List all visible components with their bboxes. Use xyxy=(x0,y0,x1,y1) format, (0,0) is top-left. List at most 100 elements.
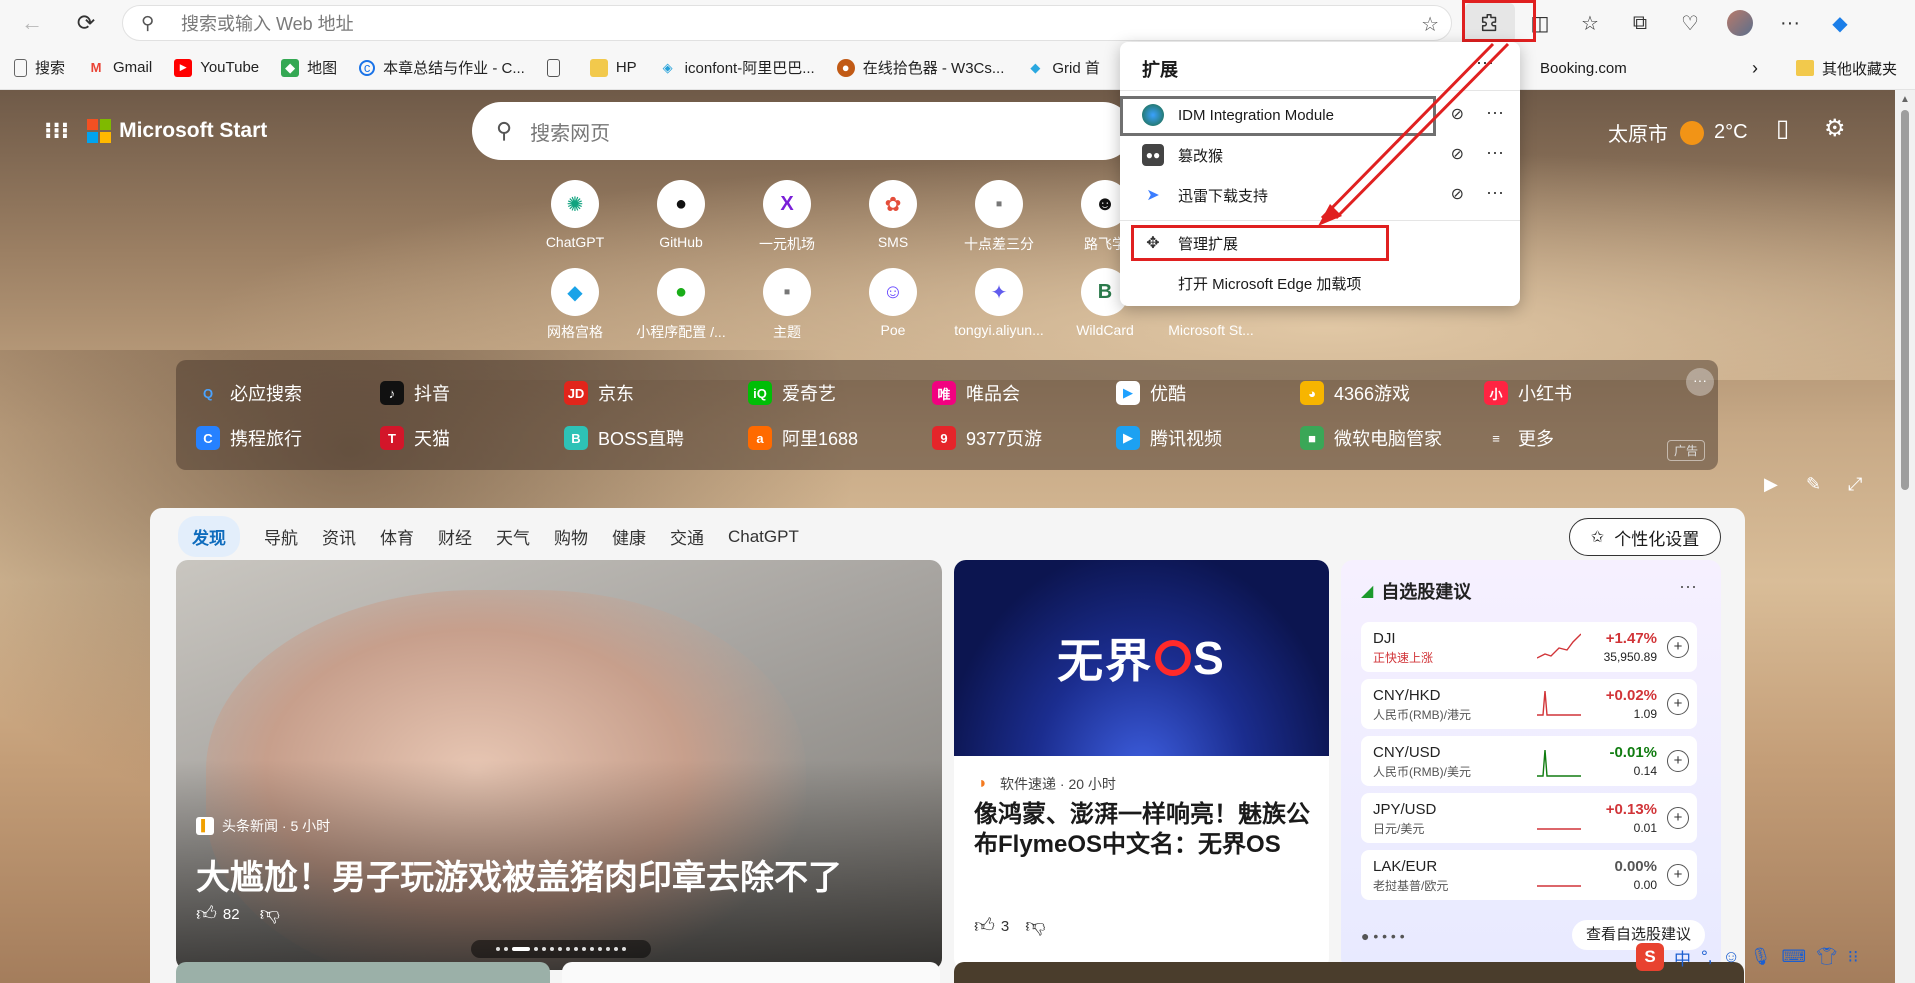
shortcut-tile[interactable]: ☺ Poe xyxy=(848,268,938,338)
add-stock-icon[interactable]: + xyxy=(1667,693,1689,715)
stock-row[interactable]: CNY/USD 人民币(RMB)/美元 -0.01% 0.14 + xyxy=(1361,736,1697,786)
scroll-up-icon[interactable]: ▲ xyxy=(1900,94,1910,105)
quick-link[interactable]: ■ 微软电脑管家 xyxy=(1300,425,1442,451)
fav-item-gmail[interactable]: M Gmail xyxy=(87,59,153,77)
more-options-icon[interactable]: ··· xyxy=(1486,102,1504,123)
fav-item-search[interactable]: 搜索 xyxy=(14,57,65,78)
shortcut-tile[interactable]: ● GitHub xyxy=(636,180,726,250)
quick-link[interactable]: 9 9377页游 xyxy=(932,425,1042,451)
fav-item-page[interactable] xyxy=(546,58,568,77)
skin-icon[interactable]: 👕︎ xyxy=(1816,947,1838,967)
punctuation-icon[interactable]: °, xyxy=(1701,947,1713,967)
dislike-icon[interactable]: 👎︎ xyxy=(1025,914,1045,938)
stock-row[interactable]: CNY/HKD 人民币(RMB)/港元 +0.02% 1.09 + xyxy=(1361,679,1697,729)
quick-link[interactable]: C 携程旅行 xyxy=(196,425,302,451)
shortcut-tile[interactable]: ✿ SMS xyxy=(848,180,938,250)
quick-link[interactable]: ◕ 4366游戏 xyxy=(1300,380,1410,406)
news-card-flyme[interactable]: 无界 S ◗ 软件速递 · 20 小时 像鸿蒙、澎湃一样响亮！魅族公布FlymeO… xyxy=(954,560,1329,970)
add-stock-icon[interactable]: + xyxy=(1667,750,1689,772)
feed-tab[interactable]: 资讯 xyxy=(322,516,356,557)
quick-link[interactable]: a 阿里1688 xyxy=(748,425,858,451)
expand-icon[interactable]: ⤢ xyxy=(1848,474,1862,495)
favorites-icon[interactable]: ☆ xyxy=(1565,3,1615,43)
quick-link[interactable]: ♪ 抖音 xyxy=(380,380,450,406)
fav-item-colorpicker[interactable]: ● 在线拾色器 - W3Cs... xyxy=(836,57,1004,78)
feed-tab[interactable]: 体育 xyxy=(380,516,414,557)
page-scrollbar[interactable]: ▲ xyxy=(1895,90,1915,983)
more-options-icon[interactable]: ··· xyxy=(1486,182,1504,203)
feed-tab[interactable]: ChatGPT xyxy=(728,519,799,555)
quick-link[interactable]: iQ 爱奇艺 xyxy=(748,380,836,406)
play-icon[interactable]: ▶ xyxy=(1764,474,1778,495)
stock-pager[interactable]: ● • • • • xyxy=(1361,928,1405,944)
feed-tab[interactable]: 财经 xyxy=(438,516,472,557)
hidden-eye-icon[interactable]: ⊘ xyxy=(1451,184,1464,204)
carousel-pager[interactable] xyxy=(471,940,651,958)
emoji-icon[interactable]: ☺ xyxy=(1723,947,1740,967)
quick-link[interactable]: ▶ 腾讯视频 xyxy=(1116,425,1222,451)
personalize-button[interactable]: ✩ 个性化设置 xyxy=(1569,518,1721,556)
more-options-icon[interactable]: ··· xyxy=(1486,142,1504,163)
fav-item-other-favorites[interactable]: 其他收藏夹 xyxy=(1796,46,1897,89)
collections-icon[interactable]: ⧉ xyxy=(1615,3,1665,43)
edit-background-icon[interactable]: ✎ xyxy=(1806,474,1821,495)
open-addons-item[interactable]: 打开 Microsoft Edge 加载项 xyxy=(1120,264,1520,302)
feed-tab[interactable]: 发现 xyxy=(178,516,240,557)
like-icon[interactable]: 👍︎ xyxy=(974,914,995,938)
shortcut-tile[interactable]: ● 小程序配置 /... xyxy=(636,268,726,342)
add-stock-icon[interactable]: + xyxy=(1667,636,1689,658)
hidden-eye-icon[interactable]: ⊘ xyxy=(1451,144,1464,164)
scrollbar-thumb[interactable] xyxy=(1901,110,1909,490)
fav-item-grid[interactable]: ◆ Grid 首 xyxy=(1026,57,1100,78)
fav-item-chapter[interactable]: c 本章总结与作业 - C... xyxy=(359,57,525,78)
microphone-icon[interactable]: 🎙︎ xyxy=(1750,947,1772,967)
fav-item-youtube[interactable]: ▶ YouTube xyxy=(174,58,259,77)
mobile-phone-icon[interactable]: ▯ xyxy=(1776,114,1789,143)
ime-language[interactable]: 中 xyxy=(1674,945,1691,970)
grid-menu-icon[interactable]: ⁝⁝ xyxy=(1848,947,1859,967)
quick-link[interactable]: T 天猫 xyxy=(380,425,450,451)
app-launcher-icon[interactable]: ⁝⁝⁝ xyxy=(44,118,69,144)
extension-item-thunder[interactable]: ➤ 迅雷下载支持 ⊘ ··· xyxy=(1120,176,1520,214)
feed-tab[interactable]: 健康 xyxy=(612,516,646,557)
profile-button[interactable] xyxy=(1715,3,1765,43)
quick-links-more-icon[interactable]: ··· xyxy=(1686,368,1714,396)
quick-link[interactable]: 唯唯品会 xyxy=(932,380,1020,406)
copilot-icon[interactable]: ◆ xyxy=(1815,3,1865,43)
fav-item-booking[interactable]: Booking.com xyxy=(1540,46,1627,89)
hidden-eye-icon[interactable]: ⊘ xyxy=(1451,104,1464,124)
stock-row[interactable]: LAK/EUR 老挝基普/欧元 0.00% 0.00 + xyxy=(1361,850,1697,900)
brand-title[interactable]: Microsoft Start xyxy=(119,119,267,143)
shortcut-tile[interactable]: ▪ 十点差三分 xyxy=(954,180,1044,254)
refresh-button[interactable]: ⟳ xyxy=(66,3,106,43)
sogou-s-icon[interactable]: S xyxy=(1636,943,1664,971)
extension-item-tampermonkey[interactable]: ●● 篡改猴 ⊘ ··· xyxy=(1120,136,1520,174)
feed-tab[interactable]: 购物 xyxy=(554,516,588,557)
quick-link[interactable]: B BOSS直聘 xyxy=(564,425,684,451)
quick-link[interactable]: 小小红书 xyxy=(1484,380,1572,406)
feed-tab[interactable]: 交通 xyxy=(670,516,704,557)
fav-item-iconfont[interactable]: ◈ iconfont-阿里巴巴... xyxy=(659,57,815,78)
address-bar[interactable]: ⚲ 搜索或输入 Web 地址 ☆ xyxy=(122,5,1452,41)
dislike-icon[interactable]: 👎︎ xyxy=(260,902,280,926)
shortcut-tile[interactable]: ◆ 网格宫格 xyxy=(530,268,620,342)
feed-tab[interactable]: 天气 xyxy=(496,516,530,557)
quick-link[interactable]: JD 京东 xyxy=(564,380,634,406)
favorites-overflow-chevron-icon[interactable]: › xyxy=(1752,46,1758,89)
web-search-input[interactable]: ⚲ 搜索网页 xyxy=(472,102,1132,160)
shortcut-tile[interactable]: ✦ tongyi.aliyun... xyxy=(954,268,1044,338)
shortcut-tile[interactable]: X 一元机场 xyxy=(742,180,832,254)
favorite-star-icon[interactable]: ☆ xyxy=(1421,12,1439,37)
shortcut-tile[interactable]: ▪ 主题 xyxy=(742,268,832,342)
more-options-icon[interactable]: ··· xyxy=(1476,52,1494,73)
browser-essentials-icon[interactable]: ♡ xyxy=(1665,3,1715,43)
weather-widget[interactable]: 太原市 2°C xyxy=(1608,118,1748,147)
quick-link[interactable]: Q 必应搜索 xyxy=(196,380,302,406)
featured-news-card[interactable]: ▌ 头条新闻 · 5 小时 大尴尬！男子玩游戏被盖猪肉印章去除不了 👍︎ 82 … xyxy=(176,560,942,970)
settings-gear-icon[interactable]: ⚙ xyxy=(1824,114,1846,143)
like-icon[interactable]: 👍︎ xyxy=(196,902,217,926)
add-stock-icon[interactable]: + xyxy=(1667,864,1689,886)
quick-link[interactable]: ▶ 优酷 xyxy=(1116,380,1186,406)
more-menu-icon[interactable]: ··· xyxy=(1765,3,1815,43)
back-button[interactable]: ← xyxy=(12,3,52,43)
